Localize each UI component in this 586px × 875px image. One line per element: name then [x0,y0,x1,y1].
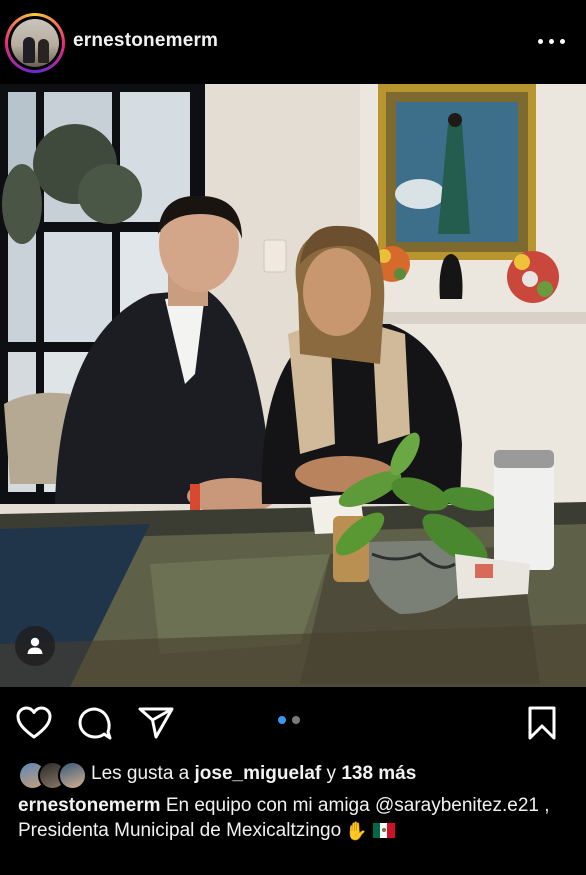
more-options-icon[interactable] [538,39,568,47]
share-icon[interactable] [137,706,175,740]
likes-count[interactable]: 138 más [341,763,416,784]
heart-icon[interactable] [16,706,52,740]
post-actions [0,687,586,759]
post-photo[interactable] [0,84,586,687]
user-tag-icon [27,637,43,654]
post-caption: ernestonemerm En equipo con mi amiga @sa… [18,794,578,843]
comment-icon[interactable] [77,705,113,741]
liker-username[interactable]: jose_miguelaf [195,763,322,784]
carousel-dot [292,716,300,724]
avatar-photo [11,19,59,67]
liker-avatars [18,761,88,790]
post-header: ernestonemerm [0,0,586,84]
likes-text: Les gusta a jose_miguelaf y 138 más [91,763,417,784]
post-username[interactable]: ernestonemerm [73,30,218,52]
user-tag-button[interactable] [15,626,55,666]
caption-username[interactable]: ernestonemerm [18,795,161,816]
avatar [58,761,87,790]
bookmark-icon[interactable] [526,705,558,741]
avatar[interactable] [5,13,65,73]
handshake-icon: ✋ [345,820,368,841]
carousel-indicator [276,716,306,726]
likes-row[interactable]: Les gusta a jose_miguelaf y 138 más [18,759,578,793]
mexico-flag-icon [372,822,395,838]
carousel-dot-active [278,716,286,724]
